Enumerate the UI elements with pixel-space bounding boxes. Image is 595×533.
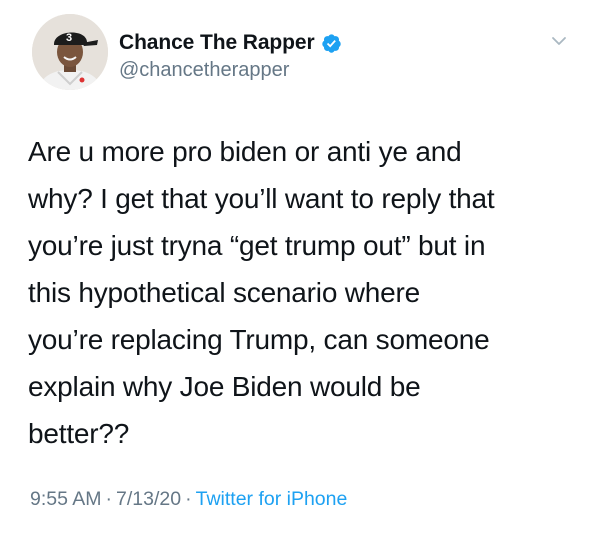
author-name-row: Chance The Rapper bbox=[119, 30, 342, 56]
tweet-metadata: 9:55 AM · 7/13/20 · Twitter for iPhone bbox=[30, 488, 347, 511]
avatar[interactable]: 3 bbox=[32, 14, 108, 90]
meta-separator: · bbox=[105, 488, 113, 510]
tweet-text: Are u more pro biden or anti ye and why?… bbox=[28, 136, 495, 449]
verified-badge-icon bbox=[321, 33, 342, 54]
tweet-card: 3 Chance The Rapper @chancetherapper Are… bbox=[0, 0, 595, 533]
author-display-name[interactable]: Chance The Rapper bbox=[119, 31, 315, 55]
tweet-date[interactable]: 7/13/20 bbox=[116, 488, 181, 510]
meta-separator: · bbox=[185, 488, 192, 510]
avatar-cap-number: 3 bbox=[66, 32, 72, 44]
chevron-down-icon[interactable] bbox=[548, 30, 570, 52]
author-handle[interactable]: @chancetherapper bbox=[119, 59, 289, 82]
tweet-time[interactable]: 9:55 AM bbox=[30, 488, 102, 510]
tweet-source-link[interactable]: Twitter for iPhone bbox=[196, 488, 348, 510]
